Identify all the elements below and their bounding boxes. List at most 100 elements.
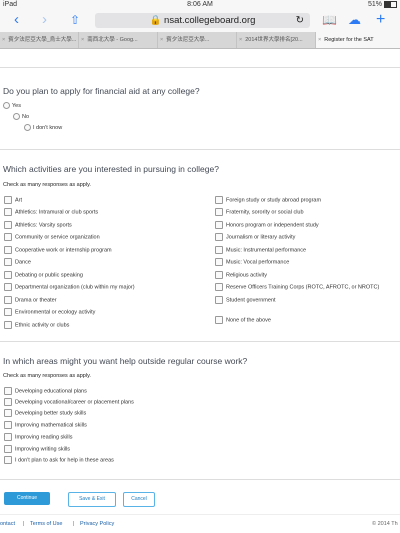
checkbox[interactable] (4, 271, 12, 279)
activity-checkbox[interactable]: Art (4, 196, 22, 204)
activity-checkbox[interactable]: Dance (4, 258, 31, 266)
activity-checkbox[interactable]: Music: Vocal performance (215, 258, 289, 266)
close-tab-icon[interactable]: × (318, 37, 321, 43)
activity-checkbox[interactable]: Debating or public speaking (4, 271, 83, 279)
activity-checkbox[interactable]: Honors program or independent study (215, 221, 319, 229)
activity-checkbox[interactable]: Music: Instrumental performance (215, 246, 306, 254)
browser-toolbar: ‹ › ⇧ 🔒 nsat.collegeboard.org ↻ 📖 ☁ + (0, 9, 400, 32)
activity-checkbox[interactable]: Student government (215, 296, 276, 304)
activity-checkbox[interactable]: Journalism or literary activity (215, 233, 295, 241)
activity-checkbox[interactable]: Ethnic activity or clubs (4, 321, 69, 329)
divider (0, 67, 400, 68)
checkbox[interactable] (4, 296, 12, 304)
checkbox[interactable] (215, 316, 223, 324)
tab-3[interactable]: × 賓夕法尼亞大學... (158, 32, 237, 48)
checkbox[interactable] (4, 398, 12, 406)
continue-button[interactable]: Continue (4, 492, 50, 505)
new-tab-icon[interactable]: + (376, 12, 385, 28)
help-checkbox[interactable]: Improving writing skills (4, 445, 70, 453)
address-bar[interactable]: 🔒 nsat.collegeboard.org ↻ (95, 13, 310, 28)
privacy-link[interactable]: Privacy Policy (80, 521, 114, 527)
activity-checkbox[interactable]: Athletics: Intramural or club sports (4, 208, 98, 216)
activity-checkbox[interactable]: Cooperative work or internship program (4, 246, 112, 254)
activity-checkbox[interactable]: Religious activity (215, 271, 267, 279)
divider (0, 514, 400, 515)
help-checkbox[interactable]: Improving reading skills (4, 433, 72, 441)
activity-checkbox-none[interactable]: None of the above (215, 316, 271, 324)
activity-checkbox[interactable]: Environmental or ecology activity (4, 308, 95, 316)
activities-instruction: Check as many responses as apply. (3, 182, 91, 188)
radio-option-yes[interactable]: Yes (3, 102, 21, 109)
activity-checkbox[interactable]: Departmental organization (club within m… (4, 283, 135, 291)
checkbox[interactable] (215, 258, 223, 266)
help-checkbox[interactable]: Improving mathematical skills (4, 421, 87, 429)
contact-link[interactable]: ontact (0, 521, 15, 527)
checkbox[interactable] (215, 233, 223, 241)
checkbox[interactable] (4, 208, 12, 216)
save-exit-button[interactable]: Save & Exit (68, 492, 116, 507)
reload-icon[interactable]: ↻ (296, 13, 304, 28)
tab-2[interactable]: × 南西北大學 - Goog... (79, 32, 158, 48)
radio-button[interactable] (3, 102, 10, 109)
share-icon[interactable]: ⇧ (70, 12, 80, 28)
checkbox[interactable] (215, 246, 223, 254)
terms-link[interactable]: Terms of Use (30, 521, 62, 527)
checkbox[interactable] (4, 246, 12, 254)
status-bar: iPad 8:06 AM 51% (0, 0, 400, 9)
divider (0, 341, 400, 342)
help-checkbox[interactable]: I don't plan to ask for help in these ar… (4, 456, 114, 464)
activity-checkbox[interactable]: Reserve Officers Training Corps (ROTC, A… (215, 283, 379, 291)
cloud-tabs-icon[interactable]: ☁ (348, 12, 361, 28)
checkbox[interactable] (4, 258, 12, 266)
activity-checkbox[interactable]: Foreign study or study abroad program (215, 196, 321, 204)
checkbox[interactable] (4, 321, 12, 329)
close-tab-icon[interactable]: × (239, 37, 242, 43)
tab-4[interactable]: × 2014世界大學排名[20... (237, 32, 316, 48)
activity-checkbox[interactable]: Athletics: Varsity sports (4, 221, 72, 229)
activity-checkbox[interactable]: Fraternity, sorority or social club (215, 208, 304, 216)
divider (0, 479, 400, 480)
checkbox[interactable] (4, 445, 12, 453)
help-areas-instruction: Check as many responses as apply. (3, 373, 91, 379)
checkbox[interactable] (4, 283, 12, 291)
activity-checkbox[interactable]: Community or service organization (4, 233, 100, 241)
divider (0, 149, 400, 150)
bookmarks-icon[interactable]: 📖 (322, 12, 337, 28)
copyright: © 2014 Th (372, 521, 398, 527)
checkbox[interactable] (4, 196, 12, 204)
help-checkbox[interactable]: Developing better study skills (4, 409, 86, 417)
tab-strip: × 賓夕法尼亞大學_烏士大學... × 南西北大學 - Goog... × 賓夕法尼亞… (0, 32, 400, 49)
radio-option-dont-know[interactable]: I don't know (24, 124, 62, 131)
close-tab-icon[interactable]: × (2, 37, 5, 43)
checkbox[interactable] (4, 409, 12, 417)
radio-option-no[interactable]: No (13, 113, 29, 120)
checkbox[interactable] (215, 283, 223, 291)
checkbox[interactable] (4, 387, 12, 395)
close-tab-icon[interactable]: × (160, 37, 163, 43)
forward-icon[interactable]: › (42, 12, 47, 28)
url-text: nsat.collegeboard.org (164, 15, 256, 26)
checkbox[interactable] (215, 196, 223, 204)
activity-checkbox[interactable]: Drama or theater (4, 296, 57, 304)
help-checkbox[interactable]: Developing educational plans (4, 387, 87, 395)
checkbox[interactable] (4, 421, 12, 429)
checkbox[interactable] (4, 308, 12, 316)
radio-button[interactable] (13, 113, 20, 120)
checkbox[interactable] (4, 221, 12, 229)
checkbox[interactable] (215, 221, 223, 229)
back-icon[interactable]: ‹ (14, 12, 19, 28)
help-checkbox[interactable]: Developing vocational/career or placemen… (4, 398, 134, 406)
radio-button[interactable] (24, 124, 31, 131)
tab-1[interactable]: × 賓夕法尼亞大學_烏士大學... (0, 32, 79, 48)
lock-icon: 🔒 (149, 15, 162, 26)
clock: 8:06 AM (187, 1, 213, 8)
checkbox[interactable] (4, 433, 12, 441)
tab-5-active[interactable]: × Register for the SAT (316, 32, 400, 48)
cancel-button[interactable]: Cancel (123, 492, 155, 507)
checkbox[interactable] (215, 208, 223, 216)
checkbox[interactable] (215, 271, 223, 279)
checkbox[interactable] (4, 233, 12, 241)
checkbox[interactable] (215, 296, 223, 304)
close-tab-icon[interactable]: × (81, 37, 84, 43)
checkbox[interactable] (4, 456, 12, 464)
